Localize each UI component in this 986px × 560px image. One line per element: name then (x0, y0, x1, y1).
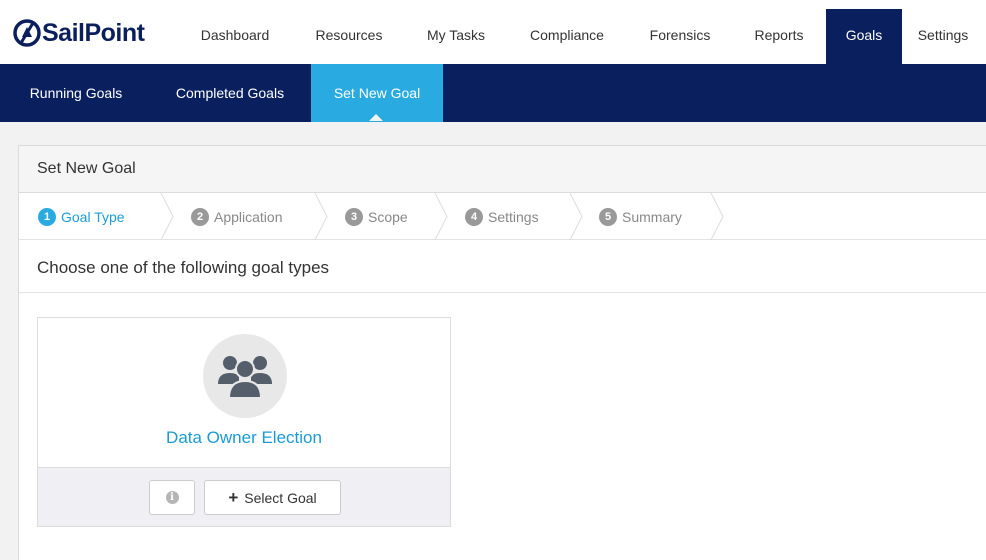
instruction-text: Choose one of the following goal types (37, 258, 330, 277)
goal-card-title[interactable]: Data Owner Election (38, 428, 450, 448)
info-button[interactable]: i (149, 480, 195, 515)
step-goal-type[interactable]: 1 Goal Type (38, 193, 125, 240)
active-tab-caret (369, 114, 383, 121)
step-label: Application (214, 208, 283, 225)
nav-compliance[interactable]: Compliance (513, 9, 621, 64)
step-number: 5 (599, 207, 617, 226)
nav-forensics[interactable]: Forensics (630, 9, 730, 64)
step-number: 1 (38, 207, 56, 226)
step-number: 2 (191, 207, 209, 226)
step-number: 4 (465, 207, 483, 226)
goal-card-data-owner-election: Data Owner Election i + Select Goal (37, 317, 451, 527)
sub-nav: Running Goals Completed Goals Set New Go… (0, 64, 986, 122)
step-separator-icon (569, 193, 583, 240)
wizard-steps: 1 Goal Type 2 Application 3 Scope 4 Sett… (19, 193, 986, 240)
nav-my-tasks[interactable]: My Tasks (410, 9, 502, 64)
top-header: SailPoint Dashboard Resources My Tasks C… (0, 0, 986, 64)
step-separator-icon (434, 193, 448, 240)
subnav-running-goals[interactable]: Running Goals (14, 64, 138, 122)
step-application[interactable]: 2 Application (191, 193, 283, 240)
step-label: Summary (622, 208, 682, 225)
nav-goals[interactable]: Goals (826, 9, 902, 64)
nav-settings[interactable]: Settings (904, 9, 982, 64)
step-label: Goal Type (61, 208, 125, 225)
plus-icon: + (228, 487, 239, 507)
panel-title: Set New Goal (37, 160, 136, 177)
nav-resources[interactable]: Resources (298, 9, 400, 64)
step-settings[interactable]: 4 Settings (465, 193, 539, 240)
step-label: Scope (368, 208, 408, 225)
step-summary[interactable]: 5 Summary (599, 193, 682, 240)
subnav-completed-goals[interactable]: Completed Goals (156, 64, 304, 122)
nav-dashboard[interactable]: Dashboard (186, 9, 284, 64)
logo-mark-icon (13, 19, 41, 47)
panel-header: Set New Goal (19, 146, 986, 193)
goal-card-footer: i + Select Goal (38, 467, 450, 526)
set-new-goal-panel: Set New Goal 1 Goal Type 2 Application 3… (18, 145, 986, 560)
step-number: 3 (345, 207, 363, 226)
step-separator-icon (160, 193, 174, 240)
select-goal-label: Select Goal (244, 489, 317, 506)
info-icon: i (165, 491, 179, 504)
step-scope[interactable]: 3 Scope (345, 193, 408, 240)
step-separator-icon (710, 193, 724, 240)
step-separator-icon (314, 193, 328, 240)
select-goal-button[interactable]: + Select Goal (204, 480, 341, 515)
users-icon (203, 334, 287, 418)
logo-text: SailPoint (42, 19, 145, 47)
nav-reports[interactable]: Reports (739, 9, 819, 64)
sailpoint-logo[interactable]: SailPoint (13, 19, 145, 47)
divider (19, 292, 986, 293)
step-label: Settings (488, 208, 539, 225)
